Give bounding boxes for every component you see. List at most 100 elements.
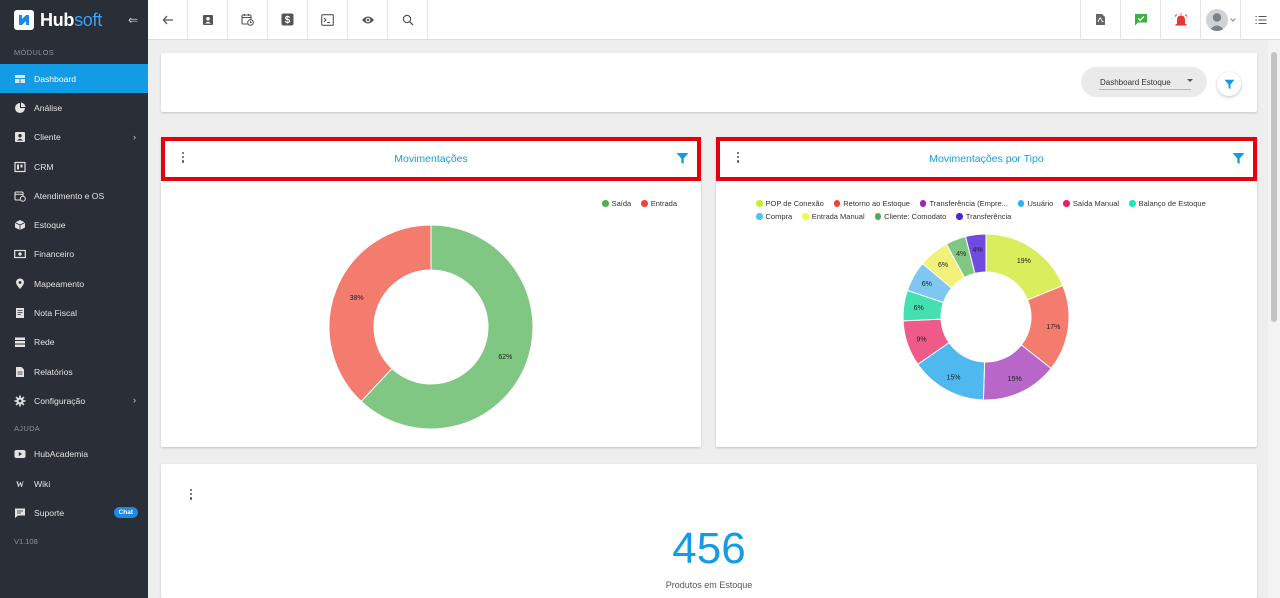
report-icon xyxy=(14,366,26,378)
invoice-icon xyxy=(14,307,26,319)
kebab-menu-icon[interactable] xyxy=(190,489,194,500)
sidebar-item-wiki[interactable]: W Wiki xyxy=(0,469,148,498)
search-icon xyxy=(402,14,413,25)
chevron-right-icon: › xyxy=(133,131,136,142)
slice-percent-label: 6% xyxy=(914,305,924,312)
slice-percent-label: 4% xyxy=(972,247,982,254)
app-version: V1.108 xyxy=(14,537,38,547)
schedule-shortcut-button[interactable] xyxy=(228,0,268,39)
sidebar-item-dashboard[interactable]: Dashboard xyxy=(0,64,148,94)
box-icon xyxy=(14,219,26,231)
sidebar-item-label: Dashboard xyxy=(34,73,77,84)
dashboard-icon xyxy=(14,73,26,85)
finance-shortcut-button[interactable]: $ xyxy=(268,0,308,39)
sidebar-item-label: Análise xyxy=(34,102,63,113)
hubsoft-logo-icon xyxy=(14,10,34,30)
collapse-sidebar-icon[interactable]: ⇐ xyxy=(128,13,138,27)
sidebar-item-configuracao[interactable]: Configuração › xyxy=(0,386,148,415)
sidebar-item-estoque[interactable]: Estoque xyxy=(0,210,148,239)
dashboard-select-value: Dashboard Estoque xyxy=(1100,77,1171,87)
sidebar-item-label: Rede xyxy=(34,337,55,348)
donut-slice[interactable] xyxy=(328,224,432,403)
contact-card-icon xyxy=(14,131,26,143)
pdf-button[interactable] xyxy=(1080,0,1120,39)
page-scrollbar[interactable] xyxy=(1268,40,1280,598)
user-menu[interactable] xyxy=(1200,0,1240,39)
svg-text:W: W xyxy=(16,480,24,489)
pdf-icon xyxy=(1096,14,1105,25)
sidebar-item-label: HubAcademia xyxy=(34,449,88,460)
sidebar-item-crm[interactable]: CRM xyxy=(0,152,148,181)
search-button[interactable] xyxy=(388,0,428,39)
slice-percent-label: 6% xyxy=(922,281,932,288)
brand-logo[interactable]: Hubsoft ⇐ xyxy=(0,0,148,40)
sidebar-item-cliente[interactable]: Cliente › xyxy=(0,123,148,152)
movimentacoes-por-tipo-card: Movimentações por Tipo POP de Conexão Ret… xyxy=(716,137,1257,447)
messages-button[interactable] xyxy=(1120,0,1160,39)
sidebar-item-nota-fiscal[interactable]: Nota Fiscal xyxy=(0,298,148,327)
brand-name: Hubsoft xyxy=(40,9,102,30)
map-pin-icon xyxy=(14,278,26,290)
eye-icon xyxy=(361,16,374,23)
list-menu-icon xyxy=(1255,15,1266,24)
sidebar-item-label: CRM xyxy=(34,161,54,172)
chat-icon xyxy=(14,507,26,519)
terminal-shortcut-button[interactable] xyxy=(308,0,348,39)
sidebar-item-rede[interactable]: Rede xyxy=(0,328,148,357)
back-button[interactable] xyxy=(148,0,188,39)
movimentacoes-card: Movimentações Saída Entrada 62% 38% xyxy=(161,137,701,447)
sidebar: Hubsoft ⇐ MÓDULOS Dashboard Análise Client… xyxy=(0,0,148,598)
alarm-icon xyxy=(1174,13,1187,26)
options-menu-button[interactable] xyxy=(1240,0,1280,39)
slice-percent-label: 62% xyxy=(498,354,512,361)
donut-chart: 19% 17% 15% 15% 9% 6% 6% 6% 4% 4% xyxy=(902,233,1070,401)
play-icon xyxy=(14,448,26,460)
wiki-icon: W xyxy=(14,478,26,490)
dropdown-caret-icon xyxy=(1187,79,1193,82)
view-shortcut-button[interactable] xyxy=(348,0,388,39)
slice-percent-label: 15% xyxy=(1008,376,1022,383)
money-icon xyxy=(14,248,26,260)
sidebar-item-label: Estoque xyxy=(34,220,66,231)
scrollbar-thumb[interactable] xyxy=(1271,52,1277,322)
sidebar-item-relatorios[interactable]: Relatórios xyxy=(0,357,148,386)
avatar xyxy=(1205,8,1228,31)
chevron-down-icon xyxy=(1229,17,1236,22)
alarms-button[interactable] xyxy=(1160,0,1200,39)
dashboard-toolbar-card: Dashboard Estoque xyxy=(161,53,1257,112)
sidebar-item-financeiro[interactable]: Financeiro xyxy=(0,240,148,269)
sidebar-item-mapeamento[interactable]: Mapeamento xyxy=(0,269,148,298)
kpi-card: 456 Produtos em Estoque xyxy=(161,464,1257,598)
sidebar-item-analise[interactable]: Análise xyxy=(0,93,148,122)
sidebar-item-label: Relatórios xyxy=(34,366,73,377)
dashboard-select[interactable]: Dashboard Estoque xyxy=(1081,67,1207,97)
sidebar-item-hubacademia[interactable]: HubAcademia xyxy=(0,440,148,469)
filter-icon xyxy=(1224,79,1234,89)
sidebar-item-atendimento-e-os[interactable]: Atendimento e OS xyxy=(0,181,148,210)
sidebar-item-label: Cliente xyxy=(34,132,61,143)
sidebar-item-suporte[interactable]: Suporte Chat xyxy=(0,498,148,527)
sidebar-item-label: Atendimento e OS xyxy=(34,190,105,201)
terminal-icon xyxy=(321,13,334,26)
sidebar-item-label: Suporte xyxy=(34,507,65,518)
svg-text:$: $ xyxy=(285,15,291,26)
sidebar-item-label: Configuração xyxy=(34,395,86,406)
dashboard-filter-button[interactable] xyxy=(1217,72,1241,96)
calendar-clock-icon xyxy=(241,14,254,26)
donut-chart: 62% 38% xyxy=(328,224,534,430)
modules-section-label: MÓDULOS xyxy=(14,48,55,57)
calendar-clock-icon xyxy=(14,190,26,202)
sidebar-item-label: Mapeamento xyxy=(34,278,85,289)
slice-percent-label: 38% xyxy=(350,295,364,302)
kpi-value: 456 xyxy=(672,524,746,573)
slice-percent-label: 17% xyxy=(1046,324,1060,331)
back-arrow-icon xyxy=(162,15,173,24)
slice-percent-label: 6% xyxy=(938,262,948,269)
chat-badge[interactable]: Chat xyxy=(113,507,138,519)
top-toolbar: $ xyxy=(148,0,1280,40)
slice-percent-label: 19% xyxy=(1017,258,1031,265)
slice-percent-label: 9% xyxy=(917,336,927,343)
clients-shortcut-button[interactable] xyxy=(188,0,228,39)
sidebar-item-label: Wiki xyxy=(34,478,51,489)
main-content: Dashboard Estoque Movimentações Saída Ent… xyxy=(148,40,1268,598)
